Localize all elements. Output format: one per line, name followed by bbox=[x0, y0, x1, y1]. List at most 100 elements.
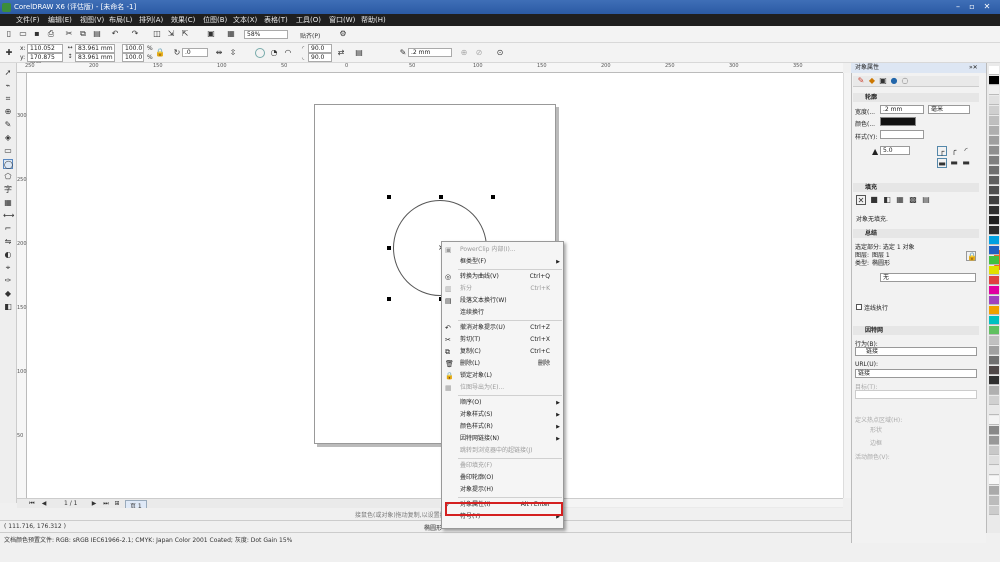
vertical-ruler[interactable]: 300 250 200 150 100 50 bbox=[17, 73, 27, 498]
palette-swatch[interactable] bbox=[989, 116, 999, 125]
paste-icon[interactable]: ▤ bbox=[92, 29, 102, 39]
uniform-fill-icon[interactable]: ■ bbox=[869, 195, 879, 205]
selection-handle-tc[interactable] bbox=[439, 195, 443, 199]
connector-icon[interactable]: ⌐ bbox=[3, 224, 13, 234]
menu-layout[interactable]: 布局(L) bbox=[109, 14, 132, 26]
fill-tab-icon[interactable]: ◆ bbox=[867, 76, 877, 86]
search-content-icon[interactable]: ◫ bbox=[152, 29, 162, 39]
wrap-text-icon[interactable]: ▤ bbox=[354, 48, 364, 58]
copy-icon[interactable]: ⧉ bbox=[78, 29, 88, 39]
butt-cap-icon[interactable]: ▬ bbox=[937, 158, 947, 168]
palette-swatch[interactable] bbox=[989, 416, 999, 425]
context-menu-item[interactable]: 顺序(O) ▶ bbox=[442, 397, 563, 409]
palette-swatch[interactable] bbox=[989, 456, 999, 465]
save-icon[interactable]: ▪ bbox=[32, 29, 42, 39]
x-position-field[interactable]: 110.052 mm bbox=[27, 44, 63, 59]
object-origin-icon[interactable]: ✚ bbox=[4, 48, 14, 58]
close-button[interactable]: ✕ bbox=[981, 2, 993, 12]
snap-to-dropdown[interactable]: 贴齐(P) bbox=[300, 31, 320, 40]
context-menu-item[interactable]: ↶ 撤消对象提示(U) Ctrl+Z bbox=[442, 322, 563, 334]
palette-swatch[interactable] bbox=[989, 296, 999, 305]
context-menu-item[interactable]: 对象样式(S) ▶ bbox=[442, 409, 563, 421]
transparency-icon[interactable]: ◐ bbox=[3, 250, 13, 260]
menu-arrange[interactable]: 排列(A) bbox=[139, 14, 163, 26]
palette-swatch[interactable] bbox=[989, 366, 999, 375]
palette-swatch[interactable] bbox=[989, 386, 999, 395]
palette-swatch[interactable] bbox=[989, 146, 999, 155]
menu-tools[interactable]: 工具(O) bbox=[296, 14, 321, 26]
outline-icon[interactable]: ✑ bbox=[3, 276, 13, 286]
border-option[interactable]: 边框 bbox=[870, 438, 882, 447]
blend-icon[interactable]: ⇋ bbox=[3, 237, 13, 247]
internet-section-header[interactable]: 因特网 bbox=[853, 326, 979, 335]
palette-swatch[interactable] bbox=[989, 376, 999, 385]
palette-swatch[interactable] bbox=[989, 246, 999, 255]
palette-swatch[interactable] bbox=[989, 316, 999, 325]
context-menu-item[interactable]: 对象提示(H) bbox=[442, 484, 563, 496]
rotation-field[interactable]: .0 bbox=[182, 48, 208, 57]
square-cap-icon[interactable]: ▬ bbox=[961, 158, 971, 168]
mirror-vertical-icon[interactable]: ⇳ bbox=[228, 48, 238, 58]
miter-corner-icon[interactable]: ┌ bbox=[937, 146, 947, 156]
import-icon[interactable]: ⇲ bbox=[166, 29, 176, 39]
polygon-icon[interactable]: ⬠ bbox=[3, 172, 13, 182]
options-icon[interactable]: ⚙ bbox=[338, 29, 348, 39]
undo-icon[interactable]: ↶ bbox=[110, 29, 120, 39]
context-menu-item[interactable]: 连续换行 bbox=[442, 307, 563, 319]
behavior-select[interactable]: 链接 bbox=[855, 347, 977, 356]
palette-swatch[interactable] bbox=[989, 166, 999, 175]
palette-swatch[interactable] bbox=[989, 266, 999, 275]
start-angle-field[interactable]: 90.0 bbox=[308, 44, 332, 53]
palette-swatch[interactable] bbox=[989, 396, 999, 405]
break-apart-icon[interactable]: ⊘ bbox=[474, 48, 484, 58]
palette-swatch[interactable] bbox=[989, 506, 999, 515]
change-direction-icon[interactable]: ⇄ bbox=[336, 48, 346, 58]
line-style-select[interactable] bbox=[880, 130, 924, 139]
outline-section-header[interactable]: 轮廓 bbox=[853, 93, 979, 102]
palette-swatch[interactable] bbox=[989, 206, 999, 215]
context-menu-item[interactable]: ▦ 位图导出为(E)... bbox=[442, 382, 563, 394]
internet-tab-icon[interactable]: ● bbox=[889, 76, 899, 86]
palette-swatch[interactable] bbox=[989, 336, 999, 345]
palette-swatch[interactable] bbox=[989, 226, 999, 235]
arc-mode-icon[interactable]: ◠ bbox=[283, 48, 293, 58]
end-angle-field[interactable]: 90.0 bbox=[308, 53, 332, 62]
export-icon[interactable]: ⇱ bbox=[180, 29, 190, 39]
menu-text[interactable]: 文本(X) bbox=[233, 14, 257, 26]
summary-section-header[interactable]: 总结 bbox=[853, 229, 979, 238]
eyedropper-icon[interactable]: ⌖ bbox=[3, 263, 13, 273]
scale-y-field[interactable]: 100.0 bbox=[122, 53, 144, 62]
palette-swatch[interactable] bbox=[989, 66, 999, 75]
combine-icon[interactable]: ⊕ bbox=[459, 48, 469, 58]
context-menu-item[interactable]: ⧉ 复制(C) Ctrl+C bbox=[442, 346, 563, 358]
palette-swatch[interactable] bbox=[989, 236, 999, 245]
redo-icon[interactable]: ↷ bbox=[130, 29, 140, 39]
palette-swatch[interactable] bbox=[989, 106, 999, 115]
lock-ratio-icon[interactable]: 🔒 bbox=[155, 48, 165, 58]
palette-swatch[interactable] bbox=[989, 136, 999, 145]
welcome-screen-icon[interactable]: ▦ bbox=[226, 29, 236, 39]
outline-unit-select[interactable]: 毫米 bbox=[928, 105, 970, 114]
vertical-scrollbar[interactable] bbox=[843, 73, 851, 498]
mirror-horizontal-icon[interactable]: ⇹ bbox=[214, 48, 224, 58]
pattern-fill-icon[interactable]: ▦ bbox=[895, 195, 905, 205]
palette-swatch[interactable] bbox=[989, 406, 999, 415]
height-field[interactable]: 83.961 mm bbox=[75, 53, 115, 62]
shape-option[interactable]: 形状 bbox=[870, 425, 882, 434]
ellipse-mode-icon[interactable] bbox=[255, 48, 265, 58]
zoom-level-select[interactable]: 58% bbox=[244, 30, 288, 39]
fill-icon[interactable]: ◆ bbox=[3, 289, 13, 299]
menu-table[interactable]: 表格(T) bbox=[264, 14, 288, 26]
palette-swatch[interactable] bbox=[989, 486, 999, 495]
freehand-icon[interactable]: ✎ bbox=[3, 120, 13, 130]
url-select[interactable]: 链接 bbox=[855, 369, 977, 378]
fill-section-header[interactable]: 填充 bbox=[853, 183, 979, 192]
outline-width-select[interactable]: .2 mm bbox=[880, 105, 924, 114]
context-menu-item[interactable]: 框类型(F) ▶ bbox=[442, 256, 563, 268]
pick-icon[interactable]: ➚ bbox=[3, 68, 13, 78]
print-icon[interactable]: ⎙ bbox=[46, 29, 56, 39]
publish-pdf-icon[interactable]: ▣ bbox=[206, 29, 216, 39]
context-menu-item[interactable]: 因特网链接(N) ▶ bbox=[442, 433, 563, 445]
palette-swatch[interactable] bbox=[989, 196, 999, 205]
context-menu-item[interactable]: 🔒 锁定对象(L) bbox=[442, 370, 563, 382]
